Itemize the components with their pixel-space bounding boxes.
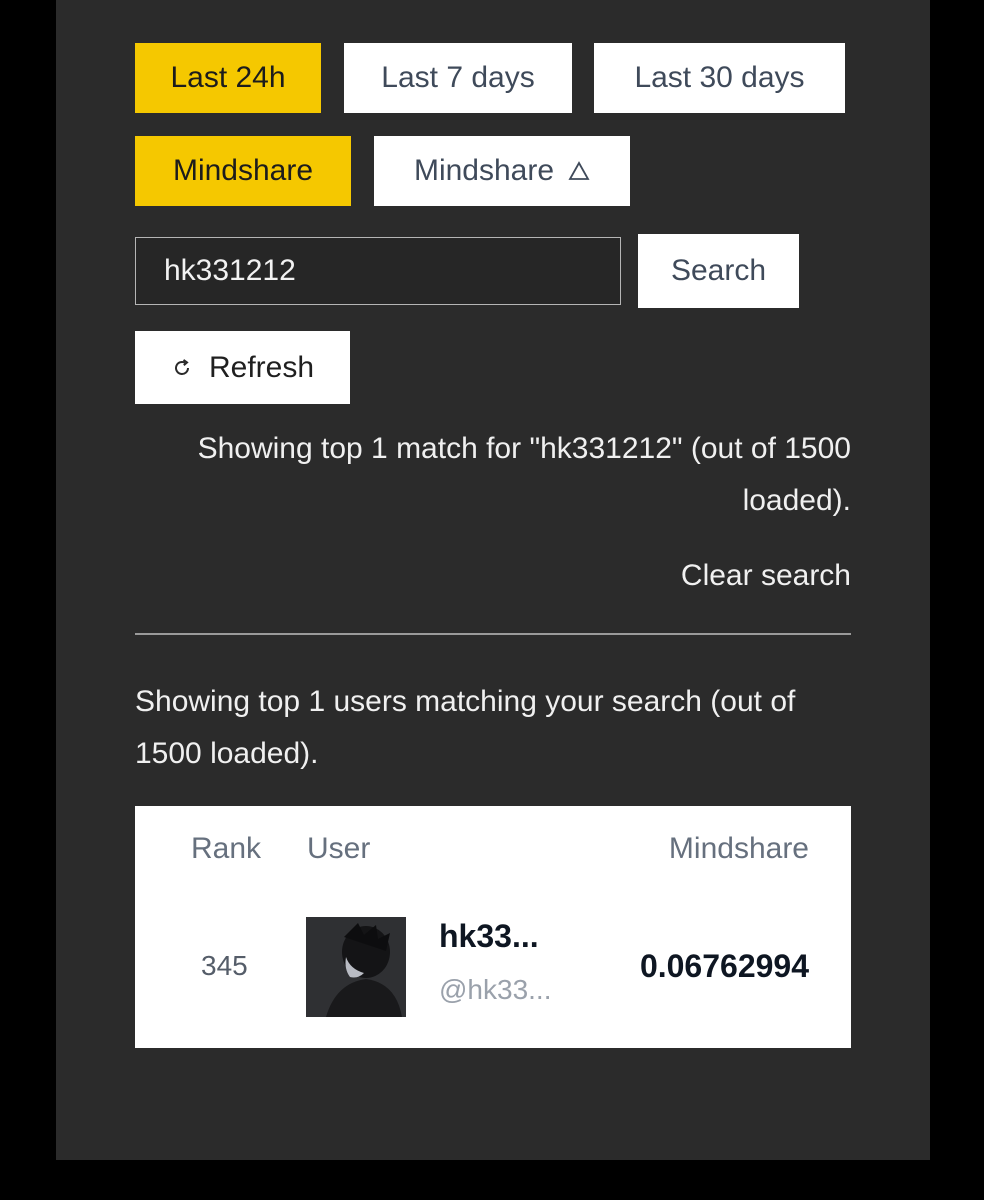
column-header-rank: Rank — [191, 832, 262, 865]
avatar[interactable] — [306, 917, 406, 1017]
refresh-button[interactable]: Refresh — [135, 331, 350, 404]
divider — [135, 633, 851, 635]
filter-last-30-days-button[interactable]: Last 30 days — [594, 43, 845, 113]
triangle-up-icon — [568, 161, 590, 181]
clear-search-link[interactable]: Clear search — [600, 550, 851, 602]
search-input-value: hk331212 — [164, 254, 296, 287]
search-button[interactable]: Search — [638, 234, 799, 308]
search-input[interactable]: hk331212 — [135, 237, 621, 305]
search-status-text: Showing top 1 match for "hk331212" (out … — [197, 432, 851, 517]
row-rank: 345 — [201, 950, 248, 981]
row-handle: @hk33... — [439, 974, 552, 1005]
row-mindshare-value: 0.06762994 — [639, 948, 809, 984]
refresh-icon — [171, 357, 193, 379]
sort-order-mindshare-button[interactable]: Mindshare — [374, 136, 630, 206]
sort-metric-mindshare-button[interactable]: Mindshare — [135, 136, 351, 206]
row-display-name[interactable]: hk33... — [439, 918, 539, 955]
results-table: Rank User Mindshare 345 hk33... @hk33...… — [135, 806, 851, 1048]
filter-last-24h-button[interactable]: Last 24h — [135, 43, 321, 113]
refresh-label: Refresh — [208, 350, 315, 384]
column-header-mindshare: Mindshare — [668, 832, 809, 865]
results-summary-text: Showing top 1 users matching your search… — [135, 685, 796, 770]
sort-order-label: Mindshare — [413, 154, 555, 187]
column-header-user: User — [307, 832, 371, 865]
filter-last-7-days-button[interactable]: Last 7 days — [344, 43, 572, 113]
